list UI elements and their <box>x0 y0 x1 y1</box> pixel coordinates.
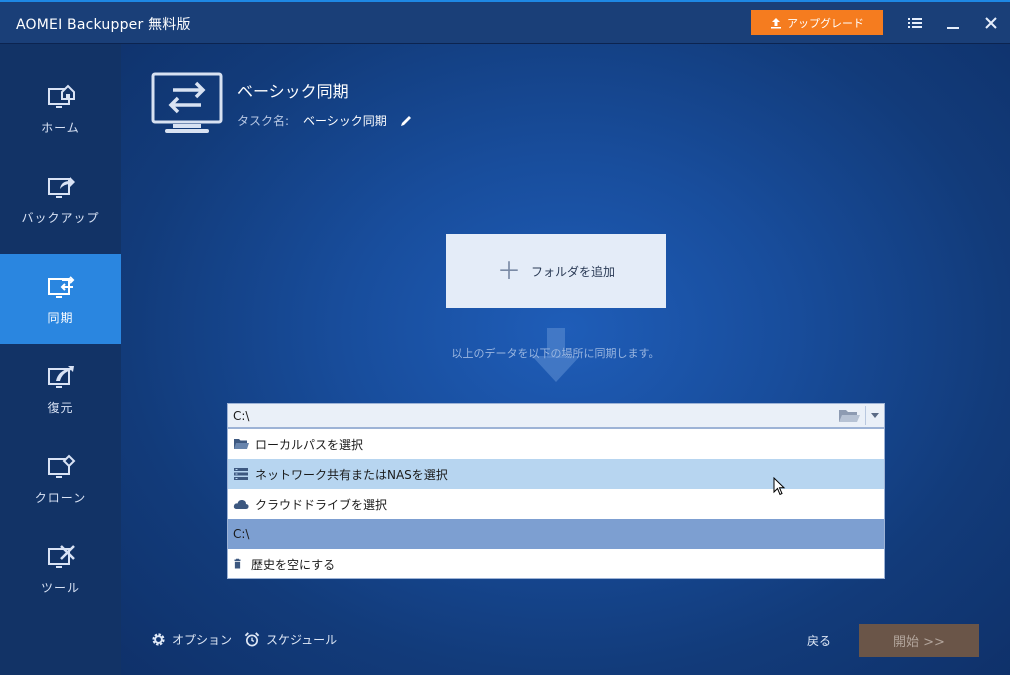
sidebar-item-label: 復元 <box>47 400 74 415</box>
dropdown-item-label: クラウドドライブを選択 <box>255 497 388 512</box>
back-button[interactable]: 戻る <box>807 632 831 649</box>
bottom-options: オプション スケジュール <box>151 631 349 648</box>
dropdown-item-local-path[interactable]: ローカルパスを選択 <box>228 429 884 459</box>
sync-monitor-icon <box>47 275 74 298</box>
dropdown-item-label: ローカルパスを選択 <box>255 437 364 452</box>
sidebar-item-tools[interactable]: ツール <box>0 524 121 614</box>
task-name-value: ベーシック同期 <box>303 114 387 128</box>
menu-list-icon <box>908 18 922 28</box>
task-name-label: タスク名: <box>237 114 290 128</box>
options-label: オプション <box>172 633 233 647</box>
main-panel: ベーシック同期 タスク名: ベーシック同期 ＋ フォルダを追加 以上のデータを以… <box>121 44 1010 675</box>
sync-header-icon <box>151 72 223 133</box>
sidebar-item-clone[interactable]: クローン <box>0 434 121 524</box>
options-button[interactable]: オプション <box>151 631 232 648</box>
sidebar-item-label: 同期 <box>47 310 74 325</box>
dropdown-item-label: ネットワーク共有またはNASを選択 <box>255 467 448 482</box>
title-bar: AOMEI Backupper 無料版 アップグレード <box>0 2 1010 44</box>
upgrade-label: アップグレード <box>787 16 864 30</box>
mouse-cursor-icon <box>773 477 786 496</box>
task-type-title: ベーシック同期 <box>237 82 349 101</box>
restore-monitor-icon <box>47 365 74 388</box>
folder-open-icon <box>234 439 249 449</box>
close-button[interactable] <box>980 12 1002 34</box>
dropdown-item-history-path[interactable]: C:\ <box>228 519 884 549</box>
upgrade-button[interactable]: アップグレード <box>751 10 883 35</box>
add-folder-label: フォルダを追加 <box>530 264 615 279</box>
combo-separator <box>865 406 866 425</box>
app-window: AOMEI Backupper 無料版 アップグレード ホーム バックアップ 同… <box>0 0 1010 675</box>
schedule-button[interactable]: スケジュール <box>244 631 337 648</box>
tools-monitor-icon <box>47 544 75 568</box>
sidebar-item-label: ツール <box>40 580 80 595</box>
plus-icon: ＋ <box>496 257 521 285</box>
sidebar: ホーム バックアップ 同期 復元 クローン ツール <box>0 44 121 675</box>
pencil-edit-icon[interactable] <box>399 114 413 128</box>
destination-value: C:\ <box>233 409 250 423</box>
chevron-down-icon[interactable] <box>870 410 880 420</box>
folder-browse-icon[interactable] <box>838 407 860 424</box>
dropdown-item-label: C:\ <box>233 527 250 541</box>
backup-monitor-icon <box>47 176 75 198</box>
gear-icon <box>152 633 165 646</box>
schedule-label: スケジュール <box>266 633 338 647</box>
minimize-button[interactable] <box>942 12 964 34</box>
add-folder-button[interactable]: ＋ フォルダを追加 <box>446 234 666 308</box>
menu-button[interactable] <box>904 12 926 34</box>
alarm-clock-icon <box>244 632 260 647</box>
sidebar-item-label: バックアップ <box>21 210 100 225</box>
app-title: AOMEI Backupper 無料版 <box>16 17 191 33</box>
upgrade-arrow-icon <box>771 17 781 28</box>
sidebar-item-label: クローン <box>34 490 87 505</box>
sidebar-item-sync[interactable]: 同期 <box>0 254 121 344</box>
minimize-icon <box>947 27 959 29</box>
destination-combo[interactable]: C:\ <box>227 403 885 428</box>
sidebar-item-restore[interactable]: 復元 <box>0 344 121 434</box>
nas-server-icon <box>234 468 248 480</box>
task-name-row: タスク名: ベーシック同期 <box>237 112 413 129</box>
sidebar-item-home[interactable]: ホーム <box>0 64 121 154</box>
trash-icon <box>234 558 241 569</box>
sidebar-item-label: ホーム <box>41 120 80 135</box>
sidebar-item-backup[interactable]: バックアップ <box>0 154 121 244</box>
cloud-icon <box>233 499 249 509</box>
home-monitor-icon <box>47 84 75 108</box>
dropdown-item-clear-history[interactable]: 歴史を空にする <box>228 549 884 579</box>
destination-dropdown: ローカルパスを選択 ネットワーク共有またはNASを選択 クラウドドライブを選択 <box>227 428 885 579</box>
close-icon <box>985 17 997 29</box>
dropdown-item-label: 歴史を空にする <box>251 557 336 572</box>
start-button[interactable]: 開始 >> <box>859 624 979 657</box>
clone-monitor-icon <box>47 454 75 478</box>
sync-hint-text: 以上のデータを以下の場所に同期します。 <box>451 347 660 360</box>
